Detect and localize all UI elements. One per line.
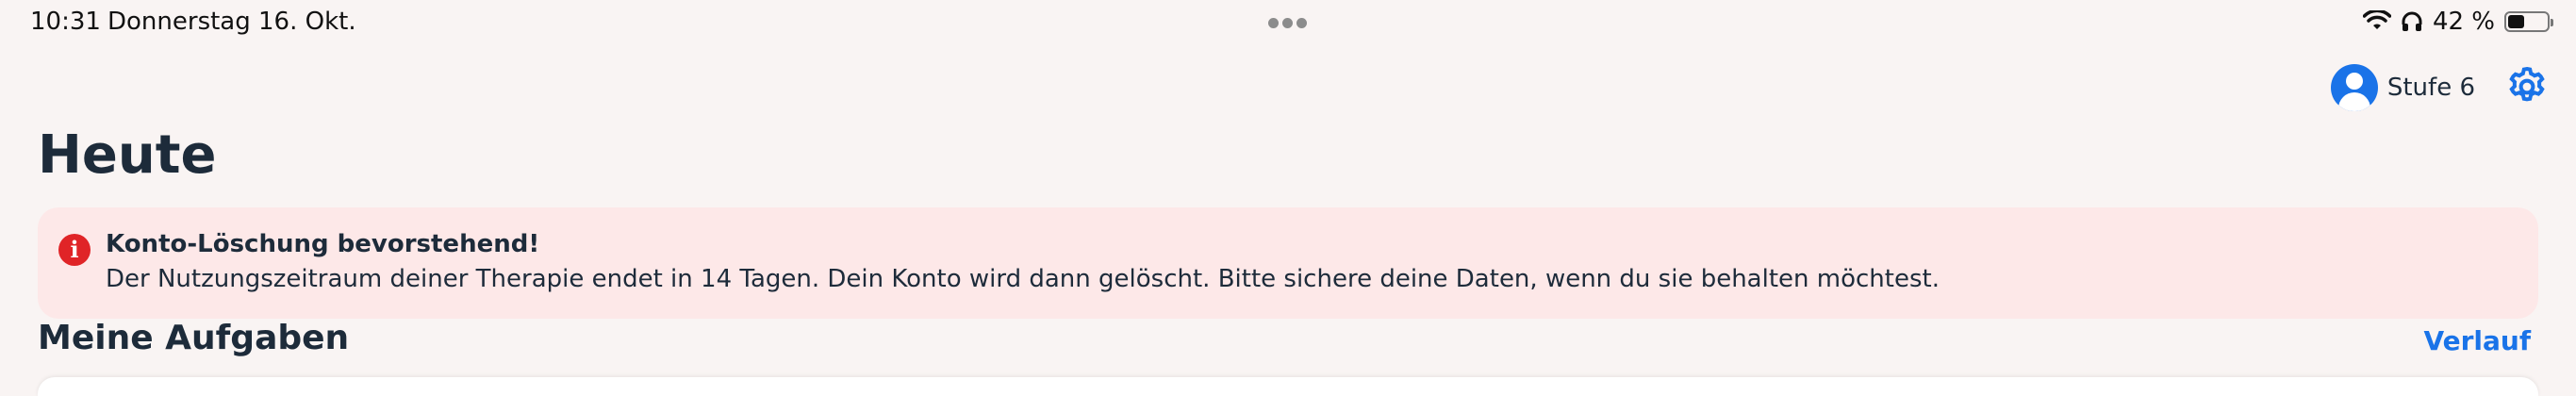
task-card[interactable] (38, 377, 2538, 396)
multitasking-dots-icon[interactable] (1268, 18, 1307, 28)
account-deletion-alert: i Konto-Löschung bevorstehend! Der Nutzu… (38, 207, 2538, 319)
status-indicators: 42 % (2362, 8, 2553, 36)
profile-level-label: Stufe 6 (2386, 74, 2475, 102)
alert-title: Konto-Löschung bevorstehend! (106, 230, 540, 258)
status-date: Donnerstag 16. Okt. (107, 8, 356, 36)
alert-message: Der Nutzungszeitraum deiner Therapie end… (106, 265, 1940, 293)
profile-button[interactable]: Stufe 6 (2330, 64, 2475, 111)
section-title-my-tasks: Meine Aufgaben (38, 319, 350, 357)
status-time: 10:31 (30, 8, 101, 36)
info-alert-icon: i (58, 234, 91, 266)
status-bar: 10:31 Donnerstag 16. Okt. 42 % (0, 0, 2576, 45)
battery-level (2508, 15, 2524, 28)
page-title: Heute (38, 124, 217, 186)
gear-icon[interactable] (2504, 64, 2550, 109)
history-link[interactable]: Verlauf (2423, 325, 2531, 356)
wifi-icon (2362, 10, 2391, 29)
avatar-icon (2330, 64, 2378, 111)
battery-icon (2504, 11, 2553, 32)
battery-percent: 42 % (2432, 8, 2495, 36)
headphones-icon (2402, 11, 2422, 31)
